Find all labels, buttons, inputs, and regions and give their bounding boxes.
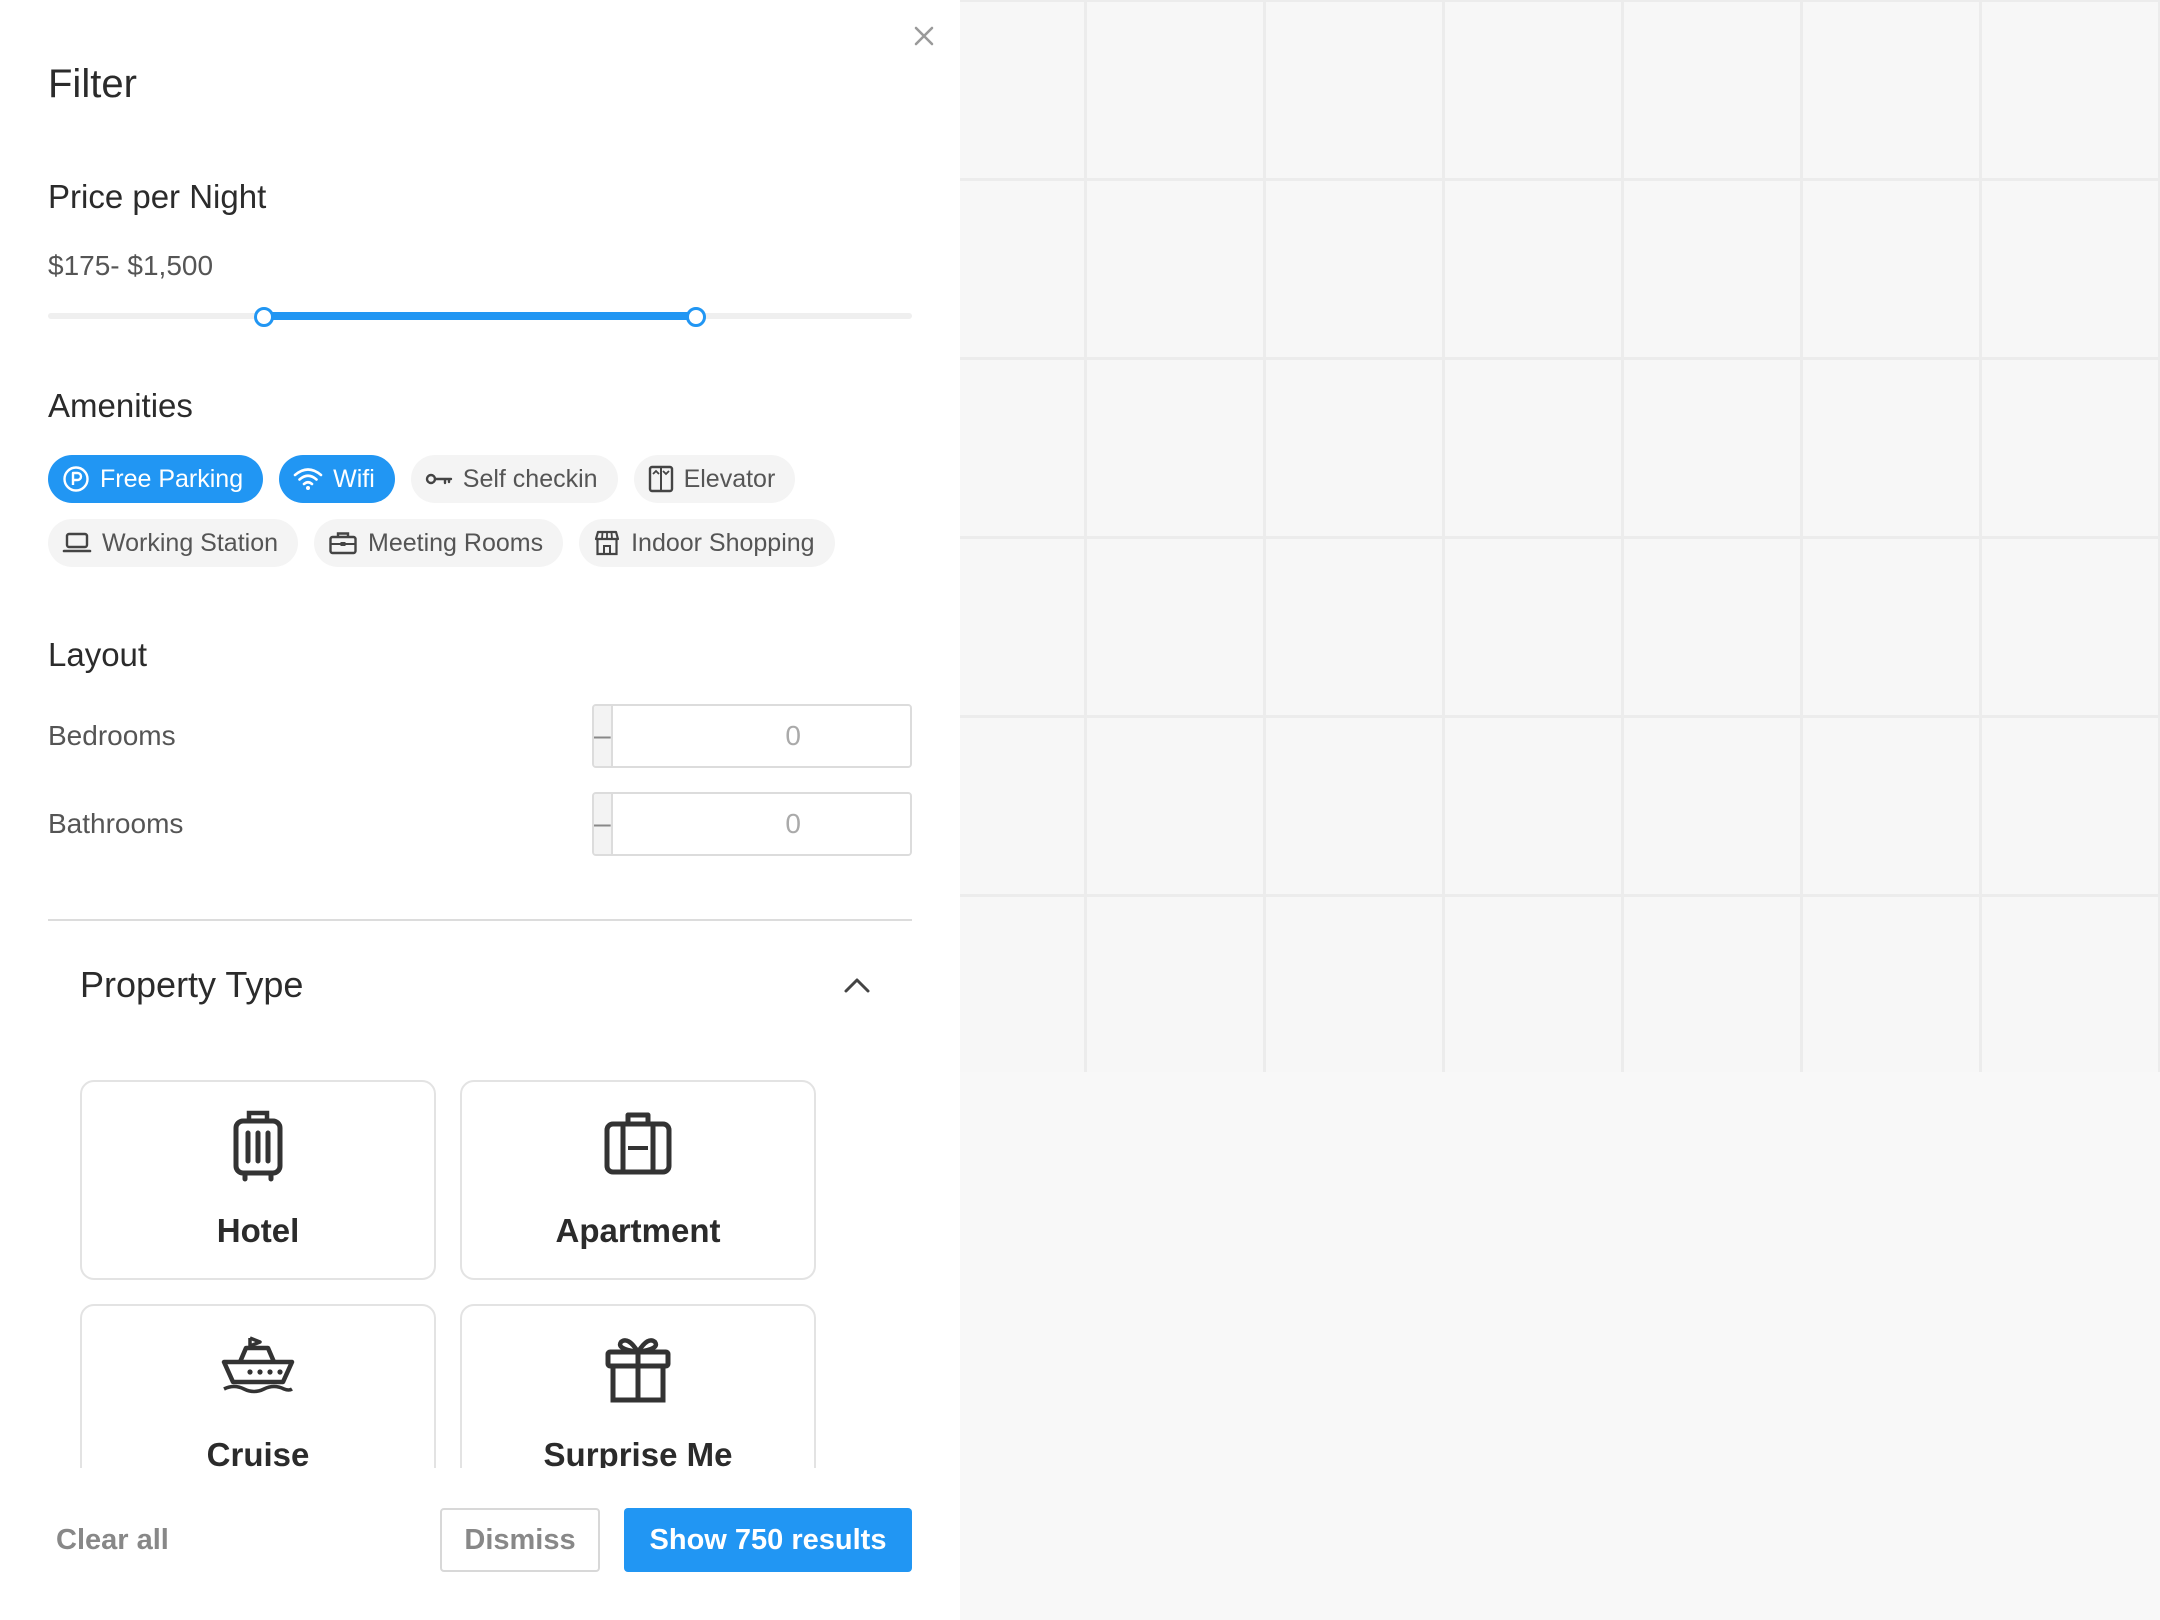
slider-thumb-max[interactable] [686, 307, 706, 327]
gift-icon [605, 1338, 671, 1403]
key-icon [425, 473, 452, 485]
amenity-indoor-shopping[interactable]: Indoor Shopping [579, 519, 835, 567]
elevator-icon [648, 465, 673, 493]
price-slider[interactable] [48, 307, 912, 327]
property-type-surprise-me[interactable]: Surprise Me [460, 1304, 816, 1468]
property-type-apartment[interactable]: Apartment [460, 1080, 816, 1280]
show-results-button[interactable]: Show 750 results [624, 1508, 912, 1572]
bedrooms-decrement-button[interactable]: – [594, 706, 613, 766]
background-lower [960, 1072, 2160, 1620]
close-button[interactable] [908, 20, 940, 52]
property-type-hotel[interactable]: Hotel [80, 1080, 436, 1280]
property-type-label: Surprise Me [543, 1436, 733, 1468]
filter-panel: Filter Price per Night $175- $1,500 Amen… [0, 0, 960, 1620]
suitcase-icon [604, 1112, 672, 1175]
wifi-icon [293, 468, 323, 490]
background-grid [960, 0, 2160, 1072]
parking-icon [63, 466, 89, 492]
filter-footer: Clear all Dismiss Show 750 results [0, 1468, 960, 1620]
property-type-label: Apartment [555, 1212, 721, 1249]
amenity-self-checkin[interactable]: Self checkin [410, 455, 618, 503]
amenities-section-title: Amenities [48, 387, 193, 424]
bathrooms-row: Bathrooms – + [48, 792, 912, 856]
bathrooms-stepper: – + [592, 792, 912, 856]
chevron-up-icon [844, 978, 870, 993]
bathrooms-input[interactable] [612, 794, 910, 854]
panel-title: Filter [48, 62, 137, 106]
amenity-label: Self checkin [462, 464, 598, 493]
clear-all-link[interactable]: Clear all [56, 1524, 169, 1557]
ship-icon [221, 1336, 295, 1394]
layout-section-title: Layout [48, 636, 148, 673]
property-type-title: Property Type [80, 964, 304, 1005]
amenity-working-station[interactable]: Working Station [48, 519, 299, 567]
amenity-wifi[interactable]: Wifi [279, 455, 395, 503]
dismiss-button[interactable]: Dismiss [440, 1508, 600, 1572]
bathrooms-label: Bathrooms [48, 808, 184, 839]
property-type-toggle[interactable]: Property Type [48, 950, 912, 1020]
property-type-grid: Hotel Apartment Cruise Surprise Me [48, 1060, 912, 1468]
bathrooms-decrement-button[interactable]: – [594, 794, 613, 854]
amenity-label: Working Station [102, 528, 279, 557]
store-icon [594, 530, 620, 556]
slider-fill [264, 312, 696, 320]
amenity-label: Free Parking [100, 464, 244, 493]
briefcase-icon [329, 532, 357, 555]
amenity-label: Meeting Rooms [368, 528, 544, 557]
laptop-icon [62, 532, 92, 553]
bedrooms-row: Bedrooms – + [48, 704, 912, 768]
bedrooms-stepper: – + [592, 704, 912, 768]
price-section-title: Price per Night [48, 178, 267, 215]
slider-thumb-min[interactable] [254, 307, 274, 327]
property-type-cruise[interactable]: Cruise [80, 1304, 436, 1468]
amenities-row-1: Free Parking Wifi Self checkin Elevator [48, 455, 928, 503]
property-type-label: Cruise [206, 1436, 310, 1468]
amenity-elevator[interactable]: Elevator [633, 455, 796, 503]
bedrooms-label: Bedrooms [48, 720, 176, 751]
close-icon [914, 26, 934, 46]
amenities-row-2: Working Station Meeting Rooms Indoor Sho… [48, 519, 928, 567]
bedrooms-input[interactable] [612, 706, 910, 766]
property-type-label: Hotel [216, 1212, 300, 1249]
section-divider [48, 919, 912, 921]
amenity-meeting-rooms[interactable]: Meeting Rooms [314, 519, 564, 567]
amenity-label: Elevator [683, 464, 776, 493]
amenity-free-parking[interactable]: Free Parking [48, 455, 264, 503]
price-range-text: $175- $1,500 [48, 250, 214, 281]
amenity-label: Indoor Shopping [631, 528, 815, 557]
amenity-label: Wifi [333, 464, 375, 493]
luggage-icon [233, 1110, 283, 1182]
